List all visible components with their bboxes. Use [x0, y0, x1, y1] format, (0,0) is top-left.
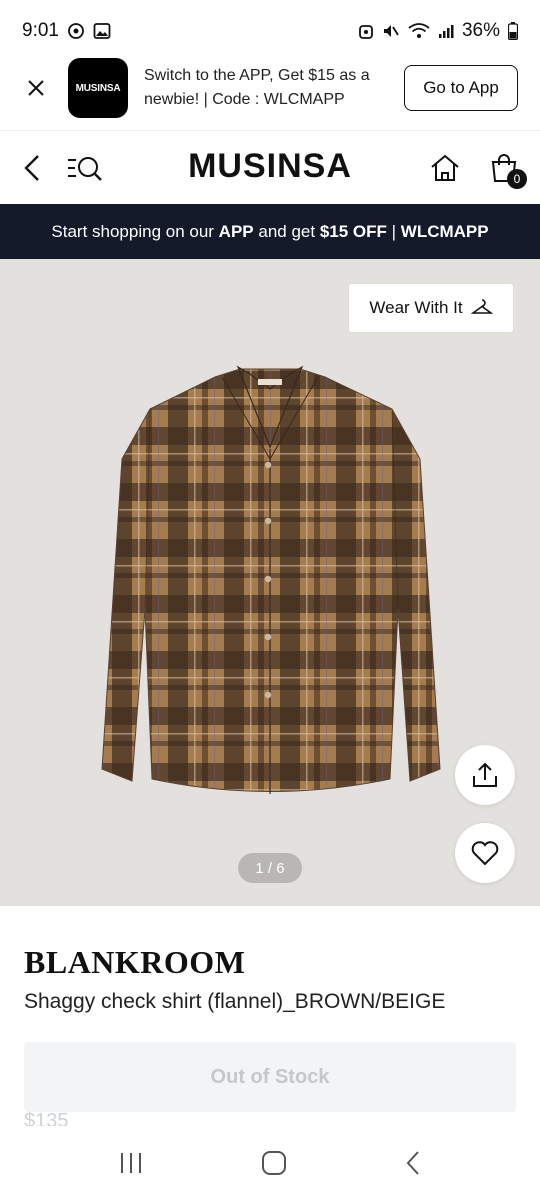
promo-bold-app: APP — [218, 221, 254, 241]
site-header: MUSINSA 0 — [0, 130, 540, 204]
hanger-icon — [470, 299, 493, 314]
wear-with-it-label: Wear With It — [369, 298, 463, 317]
wifi-icon — [408, 22, 430, 40]
home-button[interactable] — [430, 153, 460, 183]
battery-icon — [508, 22, 518, 40]
sync-icon — [67, 22, 85, 40]
recent-apps-button[interactable] — [118, 1151, 144, 1175]
wear-with-it-button[interactable]: Wear With It — [348, 283, 514, 333]
back-nav-button[interactable] — [404, 1150, 422, 1176]
menu-search-icon — [68, 156, 102, 181]
promo-text-3: | — [386, 221, 401, 241]
promo-bold-code: WLCMAPP — [400, 221, 489, 241]
back-arrow-icon — [24, 154, 39, 181]
status-time: 9:01 — [22, 20, 59, 41]
header-actions: 0 — [430, 153, 527, 189]
signal-icon — [438, 23, 454, 39]
promo-text-1: Start shopping on our — [51, 221, 219, 241]
wishlist-button[interactable] — [455, 823, 515, 883]
system-nav-bar — [0, 1126, 540, 1200]
go-to-app-button[interactable]: Go to App — [404, 65, 518, 111]
app-install-banner: MUSINSA Switch to the APP, Get $15 as a … — [0, 46, 540, 130]
image-pager: 1 / 6 — [238, 853, 302, 883]
home-nav-button[interactable] — [261, 1150, 287, 1176]
mute-icon — [382, 22, 400, 40]
recent-apps-icon — [121, 1153, 142, 1173]
product-name: Shaggy check shirt (flannel)_BROWN/BEIGE — [24, 990, 446, 1013]
product-image-gallery[interactable]: Wear With It 1 / 6 — [0, 259, 540, 906]
share-icon — [473, 762, 497, 787]
product-image — [101, 365, 441, 794]
gallery-icon — [93, 22, 111, 40]
status-right: 36% — [358, 20, 518, 42]
cart-count-badge: 0 — [507, 168, 527, 189]
home-icon — [431, 154, 459, 181]
banner-message: Switch to the APP, Get $15 as a newbie! … — [144, 67, 370, 108]
home-nav-icon — [261, 1151, 286, 1175]
product-price: $135 — [24, 1110, 69, 1126]
back-nav-icon — [406, 1151, 419, 1175]
product-brand[interactable]: BLANKROOM — [24, 944, 245, 981]
promo-text-2: and get — [253, 221, 320, 241]
promo-banner[interactable]: Start shopping on our APP and get $15 OF… — [0, 204, 540, 259]
promo-bold-discount: $15 OFF — [319, 221, 387, 241]
heart-icon — [471, 841, 499, 866]
back-button[interactable] — [22, 153, 42, 183]
menu-search-button[interactable] — [66, 153, 104, 183]
cart-button[interactable]: 0 — [490, 153, 527, 189]
battery-percent: 36% — [461, 20, 500, 41]
close-icon — [28, 80, 44, 96]
out-of-stock-button[interactable]: Out of Stock — [24, 1042, 516, 1112]
share-button[interactable] — [455, 745, 515, 805]
status-left: 9:01 — [22, 20, 111, 42]
alarm-icon — [358, 22, 374, 40]
app-logo: MUSINSA — [68, 58, 128, 118]
close-banner-button[interactable] — [22, 74, 50, 102]
